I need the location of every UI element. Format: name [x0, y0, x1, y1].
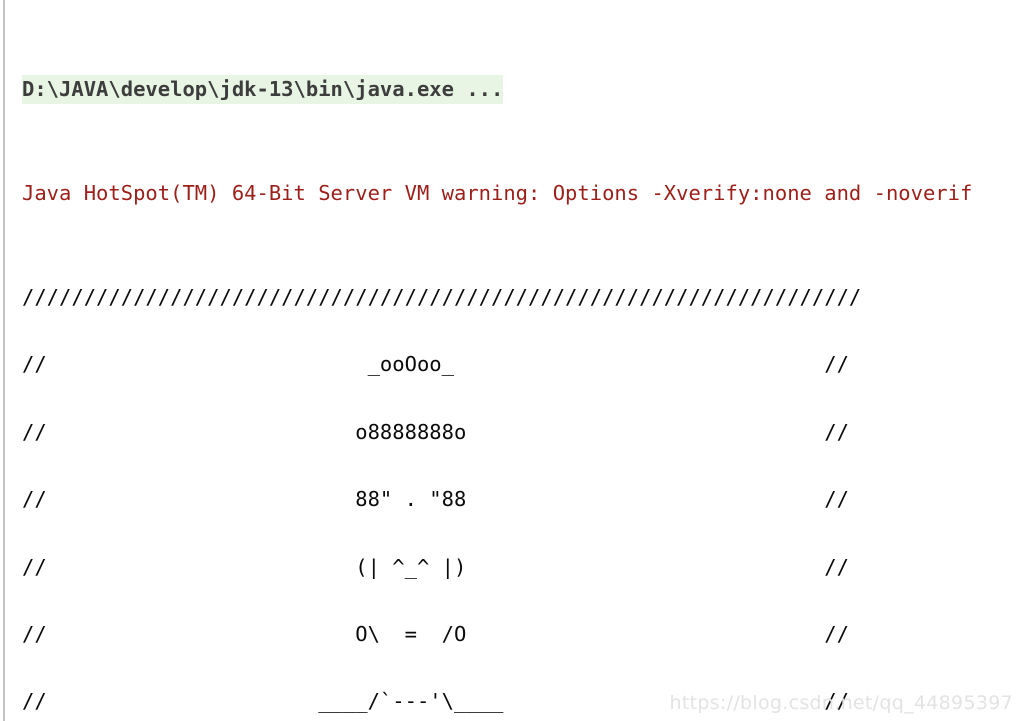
- art-row-head-hair: // o8888888o //: [22, 419, 849, 444]
- art-row-face-eyes: // (| ^_^ |) //: [22, 554, 849, 579]
- command-line-row: D:\JAVA\develop\jdk-13\bin\java.exe ...: [22, 75, 1019, 104]
- art-row-border-top: ////////////////////////////////////////…: [22, 285, 862, 309]
- jvm-warning-row: Java HotSpot(TM) 64-Bit Server VM warnin…: [22, 181, 973, 205]
- console-lines: D:\JAVA\develop\jdk-13\bin\java.exe ... …: [22, 0, 1019, 721]
- art-row-head-crown: // _ooOoo_ //: [22, 352, 849, 377]
- art-row-collar: // ____/`---'\____ //: [22, 689, 849, 714]
- art-row-head-brow: // 88" . "88 //: [22, 487, 849, 512]
- art-row-face-mouth: // O\ = /O //: [22, 621, 849, 646]
- gutter-rule: [3, 0, 5, 721]
- command-line-text: D:\JAVA\develop\jdk-13\bin\java.exe ...: [22, 75, 504, 104]
- console-output-pane[interactable]: D:\JAVA\develop\jdk-13\bin\java.exe ... …: [0, 0, 1019, 721]
